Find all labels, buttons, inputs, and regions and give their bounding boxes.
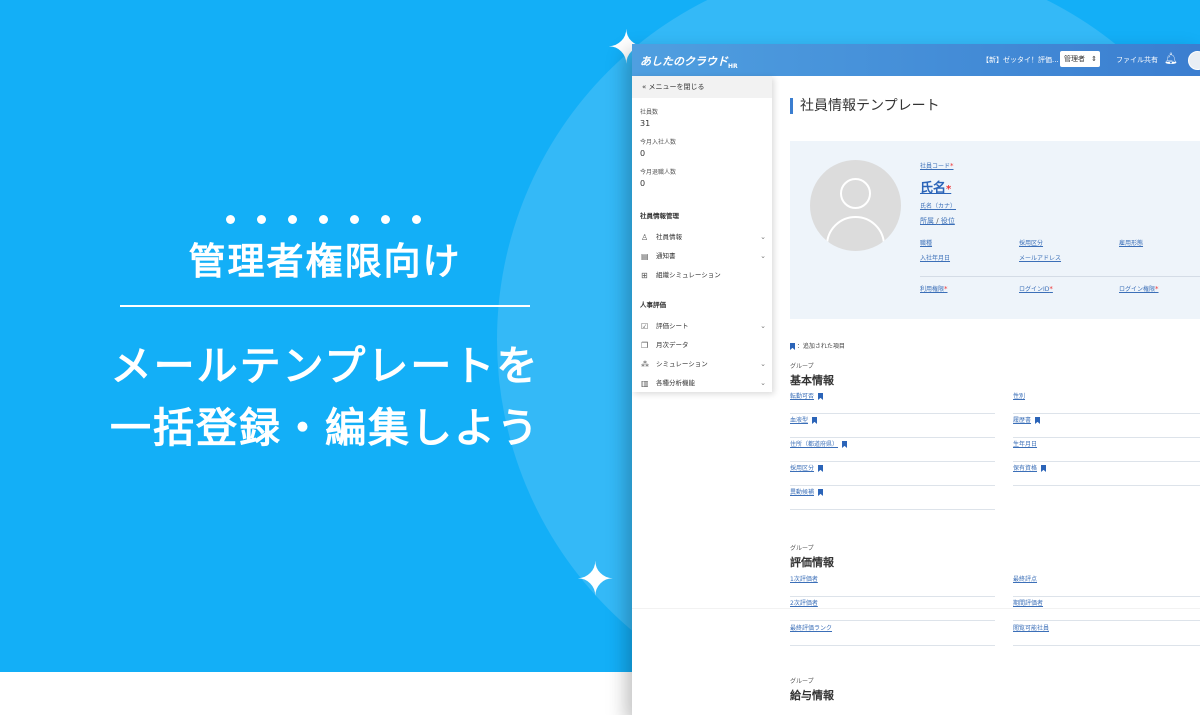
promo-text-block: 管理者権限向け メールテンプレートを 一括登録・編集しよう — [40, 215, 610, 459]
select-arrow-icon: ⇕ — [1091, 55, 1097, 63]
person-icon: ♙ — [641, 233, 649, 242]
profile-avatar-icon — [810, 160, 901, 251]
role-select[interactable]: 管理者 ⇕ — [1060, 51, 1100, 67]
stat-label: 社員数 — [640, 109, 659, 116]
checklist-icon: ☑ — [641, 322, 649, 331]
field-item[interactable]: 最終評点 — [1013, 572, 1200, 597]
field-name-kana[interactable]: 氏名（カナ） — [920, 201, 956, 210]
profile-card: 社員コード* 氏名* 氏名（カナ） 所属 / 役位 職種 採用区分 雇用形態 入… — [790, 141, 1200, 319]
promo-divider — [120, 305, 530, 307]
sidebar-item-notices[interactable]: ▤ 通知書 ⌄ — [632, 247, 772, 266]
bookmark-icon — [842, 441, 848, 448]
field-item[interactable]: 最終評価ランク — [790, 621, 995, 646]
screenshot-seam — [632, 608, 1200, 609]
field-item[interactable]: 住所（都道府県） — [790, 437, 995, 462]
promo-badge: 管理者権限向け — [188, 240, 462, 283]
field-login-perm[interactable]: ログイン権限* — [1119, 284, 1159, 293]
field-emp-type[interactable]: 雇用形態 — [1119, 238, 1143, 247]
field-item[interactable]: 保有資格 — [1013, 461, 1200, 486]
promo-headline-line2: 一括登録・編集しよう — [110, 404, 540, 452]
bookmark-icon — [1041, 465, 1047, 472]
main-content: 社員情報テンプレート 社員コード* 氏名* 氏名（カナ） 所属 / 役位 職種 … — [790, 76, 1200, 702]
top-bar: あしたのクラウドHR 【新】ゼッタイ！評価... 管理者 ⇕ ファイル共有 🔔︎ — [632, 44, 1200, 76]
bookmark-icon — [1035, 417, 1041, 424]
field-hire-type[interactable]: 採用区分 — [1019, 238, 1043, 247]
bookmark-icon — [818, 489, 824, 496]
stat-value: 0 — [640, 179, 646, 188]
file-share-link[interactable]: ファイル共有 — [1116, 55, 1158, 65]
sidebar-item-simulation[interactable]: ⁂ シミュレーション ⌄ — [632, 355, 772, 374]
stat-value: 31 — [640, 119, 651, 128]
field-item[interactable]: 性別 — [1013, 389, 1200, 414]
group-label: グループ — [790, 363, 814, 370]
bookmark-icon — [818, 465, 824, 472]
bookmark-icon — [812, 417, 818, 424]
sidebar-section-title: 人事評価 — [640, 301, 666, 309]
field-item[interactable]: 転勤可否 — [790, 389, 995, 414]
field-name[interactable]: 氏名* — [920, 177, 951, 196]
field-item[interactable]: 生年月日 — [1013, 437, 1200, 462]
chevron-down-icon: ⌄ — [760, 379, 766, 387]
stat-label: 今月退職人数 — [640, 169, 677, 176]
bookmark-icon — [790, 343, 795, 350]
sidebar-item-employee-info[interactable]: ♙ 社員情報 ⌄ — [632, 228, 772, 247]
group-title: 給与情報 — [790, 689, 834, 702]
double-chevron-left-icon: « — [642, 83, 647, 91]
sidebar-section-title: 社員情報管理 — [640, 212, 679, 220]
field-employee-code[interactable]: 社員コード* — [920, 161, 954, 170]
chevron-down-icon: ⌄ — [760, 360, 766, 368]
legend: ：追加された項目 — [790, 341, 845, 350]
bell-icon[interactable]: 🔔︎ — [1164, 52, 1178, 65]
group-title: 基本情報 — [790, 374, 834, 387]
document-icon: ▤ — [641, 252, 649, 261]
field-item[interactable]: 履歴書 — [1013, 413, 1200, 438]
field-item[interactable]: 採用区分 — [790, 461, 995, 486]
app-logo[interactable]: あしたのクラウドHR — [640, 53, 738, 70]
field-item[interactable]: 異動候補 — [790, 485, 995, 510]
sidebar-item-org-simulation[interactable]: ⊞ 組織シミュレーション — [632, 266, 772, 285]
stat-value: 0 — [640, 149, 646, 158]
bookmark-icon — [818, 393, 824, 400]
chevron-down-icon: ⌄ — [760, 252, 766, 260]
notice-link[interactable]: 【新】ゼッタイ！評価... — [982, 55, 1059, 65]
sidebar-menu: « メニューを閉じる 社員数 31 今月入社人数 0 今月退職人数 0 社員情報… — [632, 76, 772, 392]
field-email[interactable]: メールアドレス — [1019, 253, 1061, 262]
bar-chart-icon: ▥ — [641, 379, 649, 388]
sidebar-item-eval-sheet[interactable]: ☑ 評価シート ⌄ — [632, 317, 772, 336]
user-avatar[interactable] — [1188, 51, 1200, 70]
page-title: 社員情報テンプレート — [790, 98, 1200, 114]
sidebar-item-monthly-data[interactable]: ❐ 月次データ — [632, 336, 772, 355]
field-login-id[interactable]: ログインID* — [1019, 284, 1053, 293]
field-item[interactable]: 血液型 — [790, 413, 995, 438]
chevron-down-icon: ⌄ — [760, 233, 766, 241]
card-divider — [920, 276, 1200, 277]
stat-label: 今月入社人数 — [640, 139, 677, 146]
org-chart-icon: ⊞ — [641, 271, 648, 280]
field-item[interactable]: 1次評価者 — [790, 572, 995, 597]
group-title: 評価情報 — [790, 556, 834, 569]
promo-headline-line1: メールテンプレートを — [110, 342, 540, 390]
field-job[interactable]: 職種 — [920, 238, 932, 247]
app-screenshot: あしたのクラウドHR 【新】ゼッタイ！評価... 管理者 ⇕ ファイル共有 🔔︎ … — [632, 44, 1200, 715]
close-menu-button[interactable]: « メニューを閉じる — [632, 76, 772, 98]
field-permission[interactable]: 利用権限* — [920, 284, 948, 293]
copy-icon: ❐ — [641, 341, 649, 350]
sparkle-icon: ✦ — [576, 552, 615, 606]
nodes-icon: ⁂ — [641, 360, 649, 369]
field-dept-position[interactable]: 所属 / 役位 — [920, 216, 955, 226]
field-join-date[interactable]: 入社年月日 — [920, 253, 950, 262]
group-label: グループ — [790, 545, 814, 552]
chevron-down-icon: ⌄ — [760, 322, 766, 330]
emphasis-dots — [37, 215, 610, 227]
sidebar-item-analysis[interactable]: ▥ 各種分析機能 ⌄ — [632, 374, 772, 393]
group-label: グループ — [790, 678, 814, 685]
field-item[interactable]: 閲覧可能社員 — [1013, 621, 1200, 646]
